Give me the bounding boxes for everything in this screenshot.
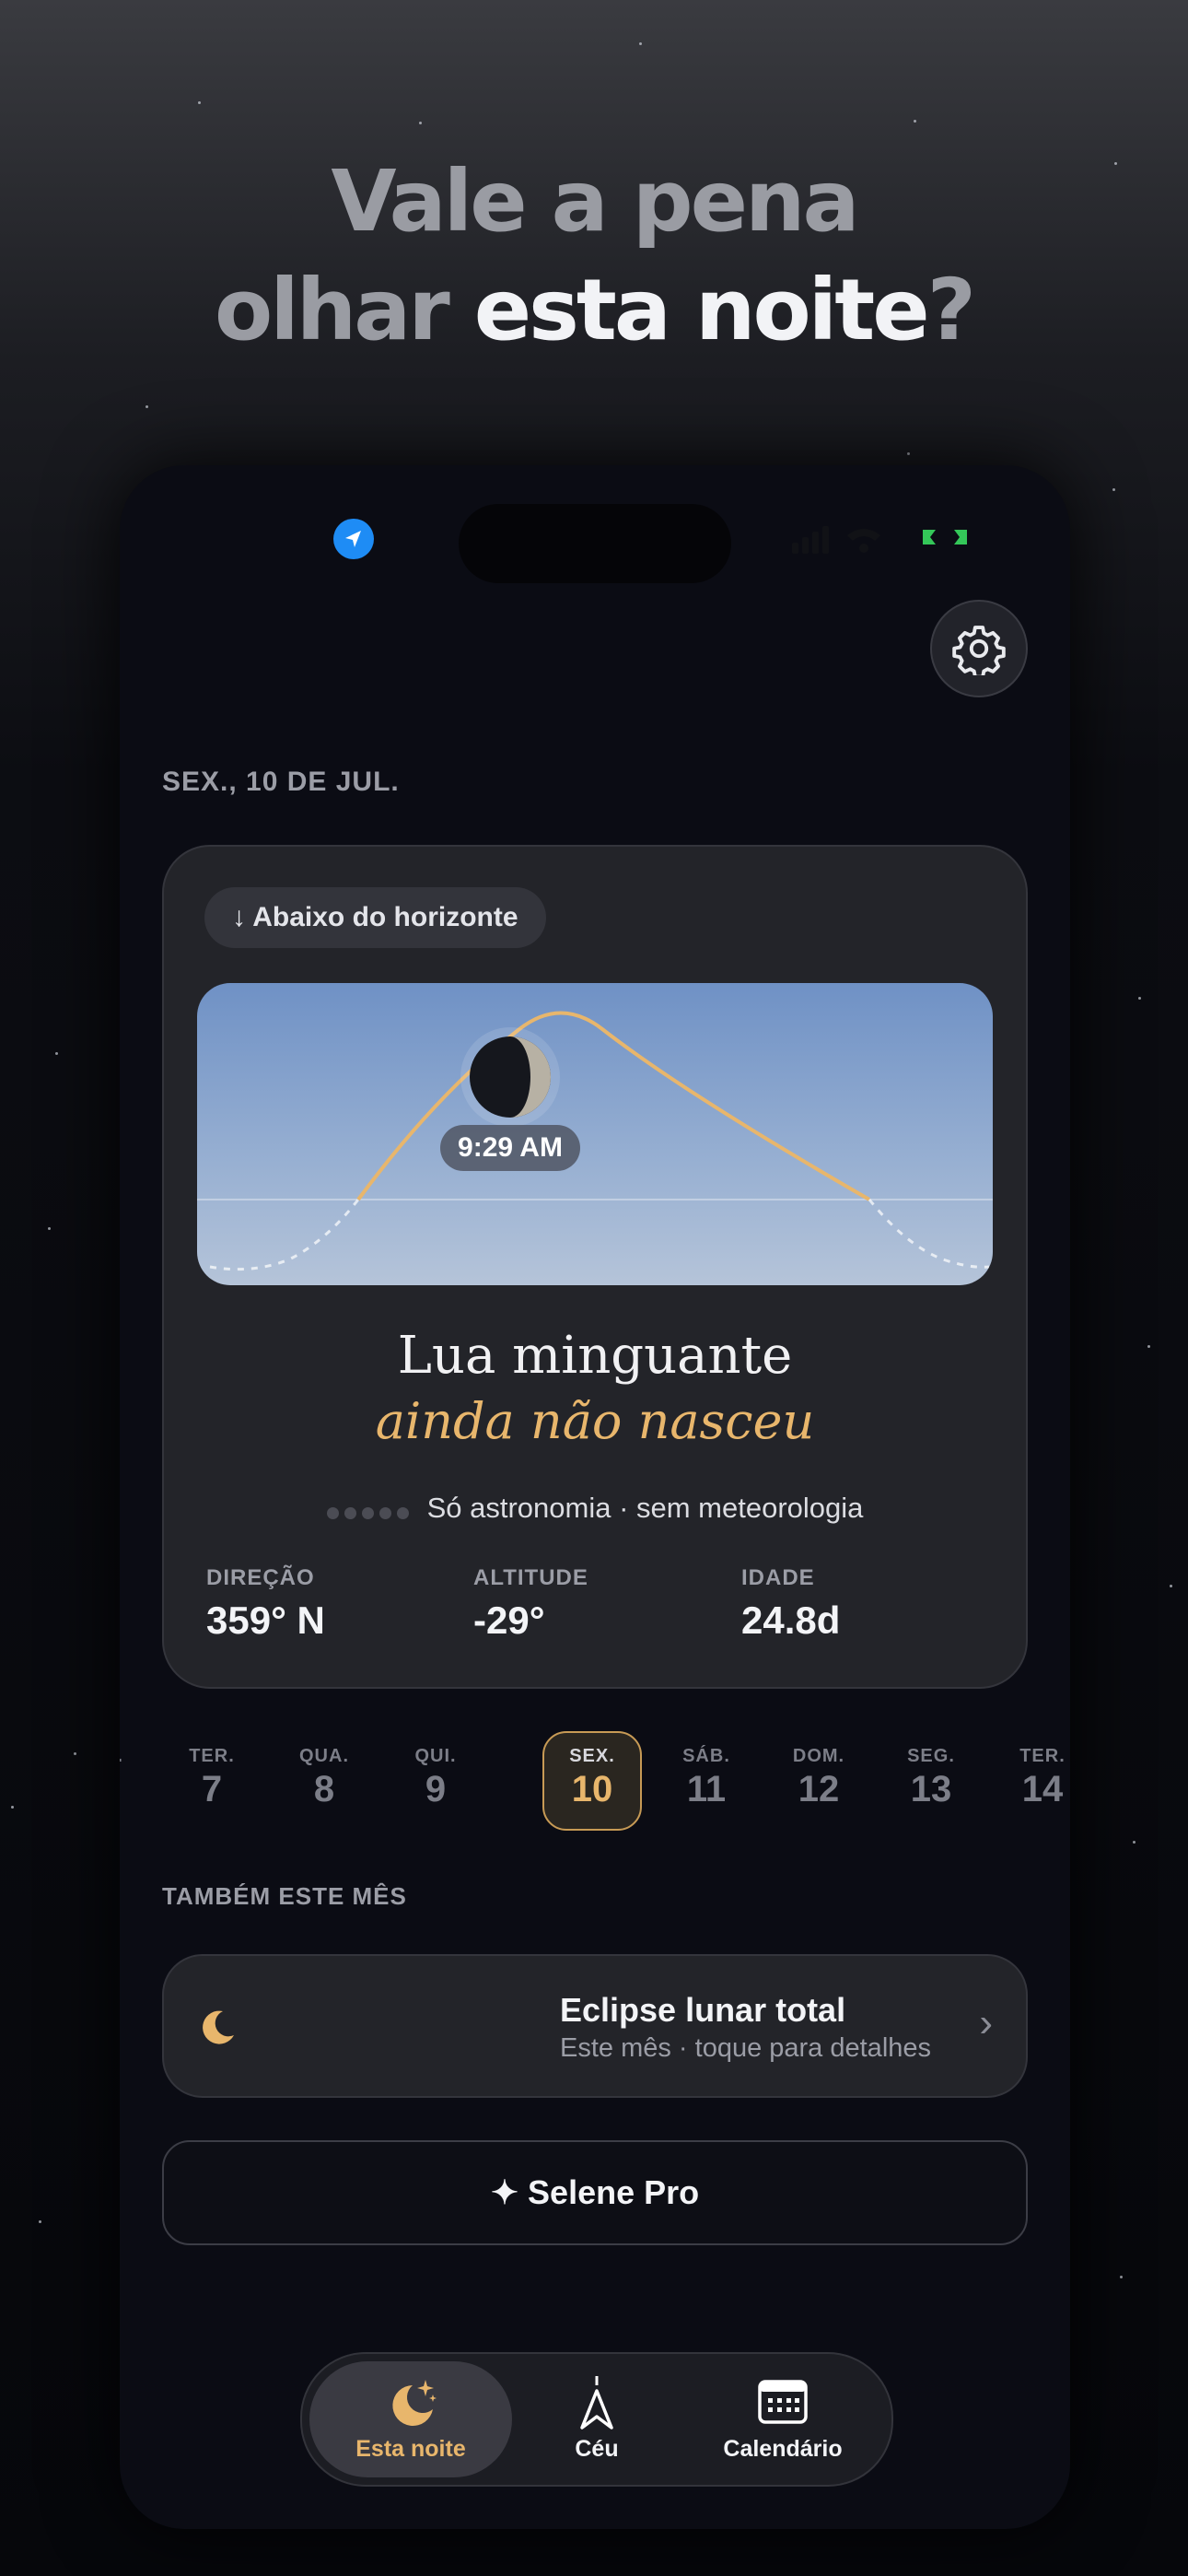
signal-icon [792,526,880,554]
event-subtitle: Este mês · toque para detalhes [560,2033,932,2063]
stat-direction: DIREÇÃO 359° N [206,1565,325,1642]
moon-status: ainda não nasceu [375,1392,815,1450]
stat-age: IDADE 24.8d [741,1565,841,1642]
day-item[interactable]: SÁB. 11 [658,1733,754,1829]
headline-line-1: Vale a pena [331,152,859,251]
dynamic-island [459,504,731,583]
moon-path-chart: 9:29 AM [197,983,993,1285]
status-bar [120,504,1070,583]
phone-frame: SEX., 10 DE JUL. ↓ Abaixo do horizonte 9… [120,465,1070,2529]
source-label: Só astronomia · sem meteorologia [426,1492,864,1524]
day-item-selected[interactable]: SEX. 10 [542,1731,642,1831]
chevron-right-icon: › [979,2000,993,2045]
compass-arrow-icon [580,2376,613,2430]
headline-line-2: olhar esta noite? [215,261,976,359]
tab-sky[interactable]: Céu [495,2361,698,2477]
tab-bar: Esta noite Céu Calendário [300,2352,893,2487]
calendar-icon [758,2380,808,2424]
tab-tonight[interactable]: Esta noite [309,2361,512,2477]
gear-icon [952,626,1006,675]
moon-stars-icon [392,2380,437,2426]
day-selector: SEG.6 TER.7 QUA.8 QUI.9 SEX.10 SÁB.11 DO… [120,1731,1070,1834]
date-label: SEX., 10 DE JUL. [162,767,400,797]
moonrise-time-tag: 9:29 AM [440,1125,580,1171]
horizon-badge: ↓ Abaixo do horizonte [204,887,546,948]
day-item[interactable]: TER. 14 [995,1733,1070,1829]
moon-phase-name: Lua minguante [397,1326,793,1386]
tab-calendar[interactable]: Calendário [681,2361,884,2477]
selene-pro-button[interactable]: ✦ Selene Pro [162,2140,1028,2245]
also-this-month-title: TAMBÉM ESTE MÊS [162,1882,407,1910]
day-item[interactable]: DOM. 12 [771,1733,867,1829]
source-row: Só astronomia · sem meteorologia [164,1492,1026,1527]
day-item[interactable]: SEG.6 [120,1733,147,1829]
quality-dots [326,1493,414,1527]
day-item[interactable]: QUI. 9 [388,1733,483,1829]
day-item[interactable]: TER. 7 [164,1733,260,1829]
day-item[interactable]: SEG. 13 [883,1733,979,1829]
battery-icon [923,530,967,544]
crescent-moon-icon [203,2010,234,2044]
moon-card[interactable]: ↓ Abaixo do horizonte 9:29 AM Lua mingua… [162,845,1028,1689]
status-time [223,517,333,554]
event-title: Eclipse lunar total [560,1991,846,2029]
event-card[interactable]: Eclipse lunar total Este mês · toque par… [162,1954,1028,2098]
day-item[interactable]: QUA. 8 [276,1733,372,1829]
stat-altitude: ALTITUDE -29° [473,1565,588,1642]
settings-button[interactable] [930,600,1028,697]
headline: Vale a pena olhar esta noite? [0,147,1188,365]
location-icon [333,519,374,559]
